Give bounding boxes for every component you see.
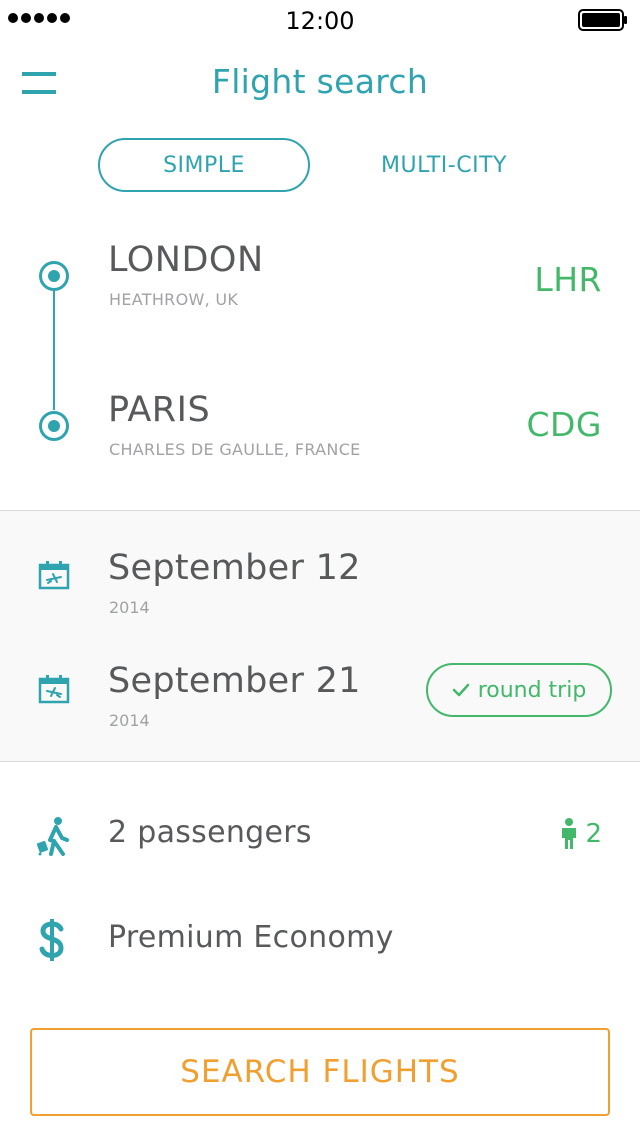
traveler-icon <box>36 817 69 856</box>
calendar-departure-icon <box>38 561 70 590</box>
origin-city[interactable]: LONDON <box>108 240 264 280</box>
origin-marker-icon <box>39 261 69 291</box>
passengers-selector[interactable]: 2 passengers <box>108 815 312 850</box>
calendar-arrival-icon <box>38 675 70 704</box>
round-trip-toggle[interactable]: round trip <box>426 663 612 717</box>
page-title: Flight search <box>211 62 429 101</box>
round-trip-label: round trip <box>477 677 587 703</box>
destination-marker-icon <box>39 411 69 441</box>
person-icon <box>562 818 577 849</box>
return-year: 2014 <box>109 711 150 730</box>
origin-airport: HEATHROW, UK <box>109 290 239 309</box>
destination-airport: CHARLES DE GAULLE, FRANCE <box>109 440 361 459</box>
dollar-icon <box>39 919 64 961</box>
origin-code: LHR <box>534 260 602 299</box>
passenger-count: 2 <box>585 819 602 849</box>
route-connector-line <box>53 286 55 410</box>
return-date[interactable]: September 21 <box>108 661 361 701</box>
cabin-class-selector[interactable]: Premium Economy <box>108 920 394 955</box>
battery-icon <box>578 9 627 31</box>
destination-code: CDG <box>526 405 602 444</box>
tab-multi-city[interactable]: MULTI-CITY <box>338 138 550 192</box>
passenger-count-badge: 2 <box>559 818 602 850</box>
status-bar: 12:00 <box>0 0 640 40</box>
departure-year: 2014 <box>109 598 150 617</box>
destination-city[interactable]: PARIS <box>108 390 210 430</box>
checkmark-icon <box>452 683 469 697</box>
departure-date[interactable]: September 12 <box>108 548 361 588</box>
tab-simple[interactable]: SIMPLE <box>98 138 310 192</box>
status-time: 12:00 <box>285 7 355 35</box>
search-flights-button[interactable]: SEARCH FLIGHTS <box>30 1028 610 1116</box>
